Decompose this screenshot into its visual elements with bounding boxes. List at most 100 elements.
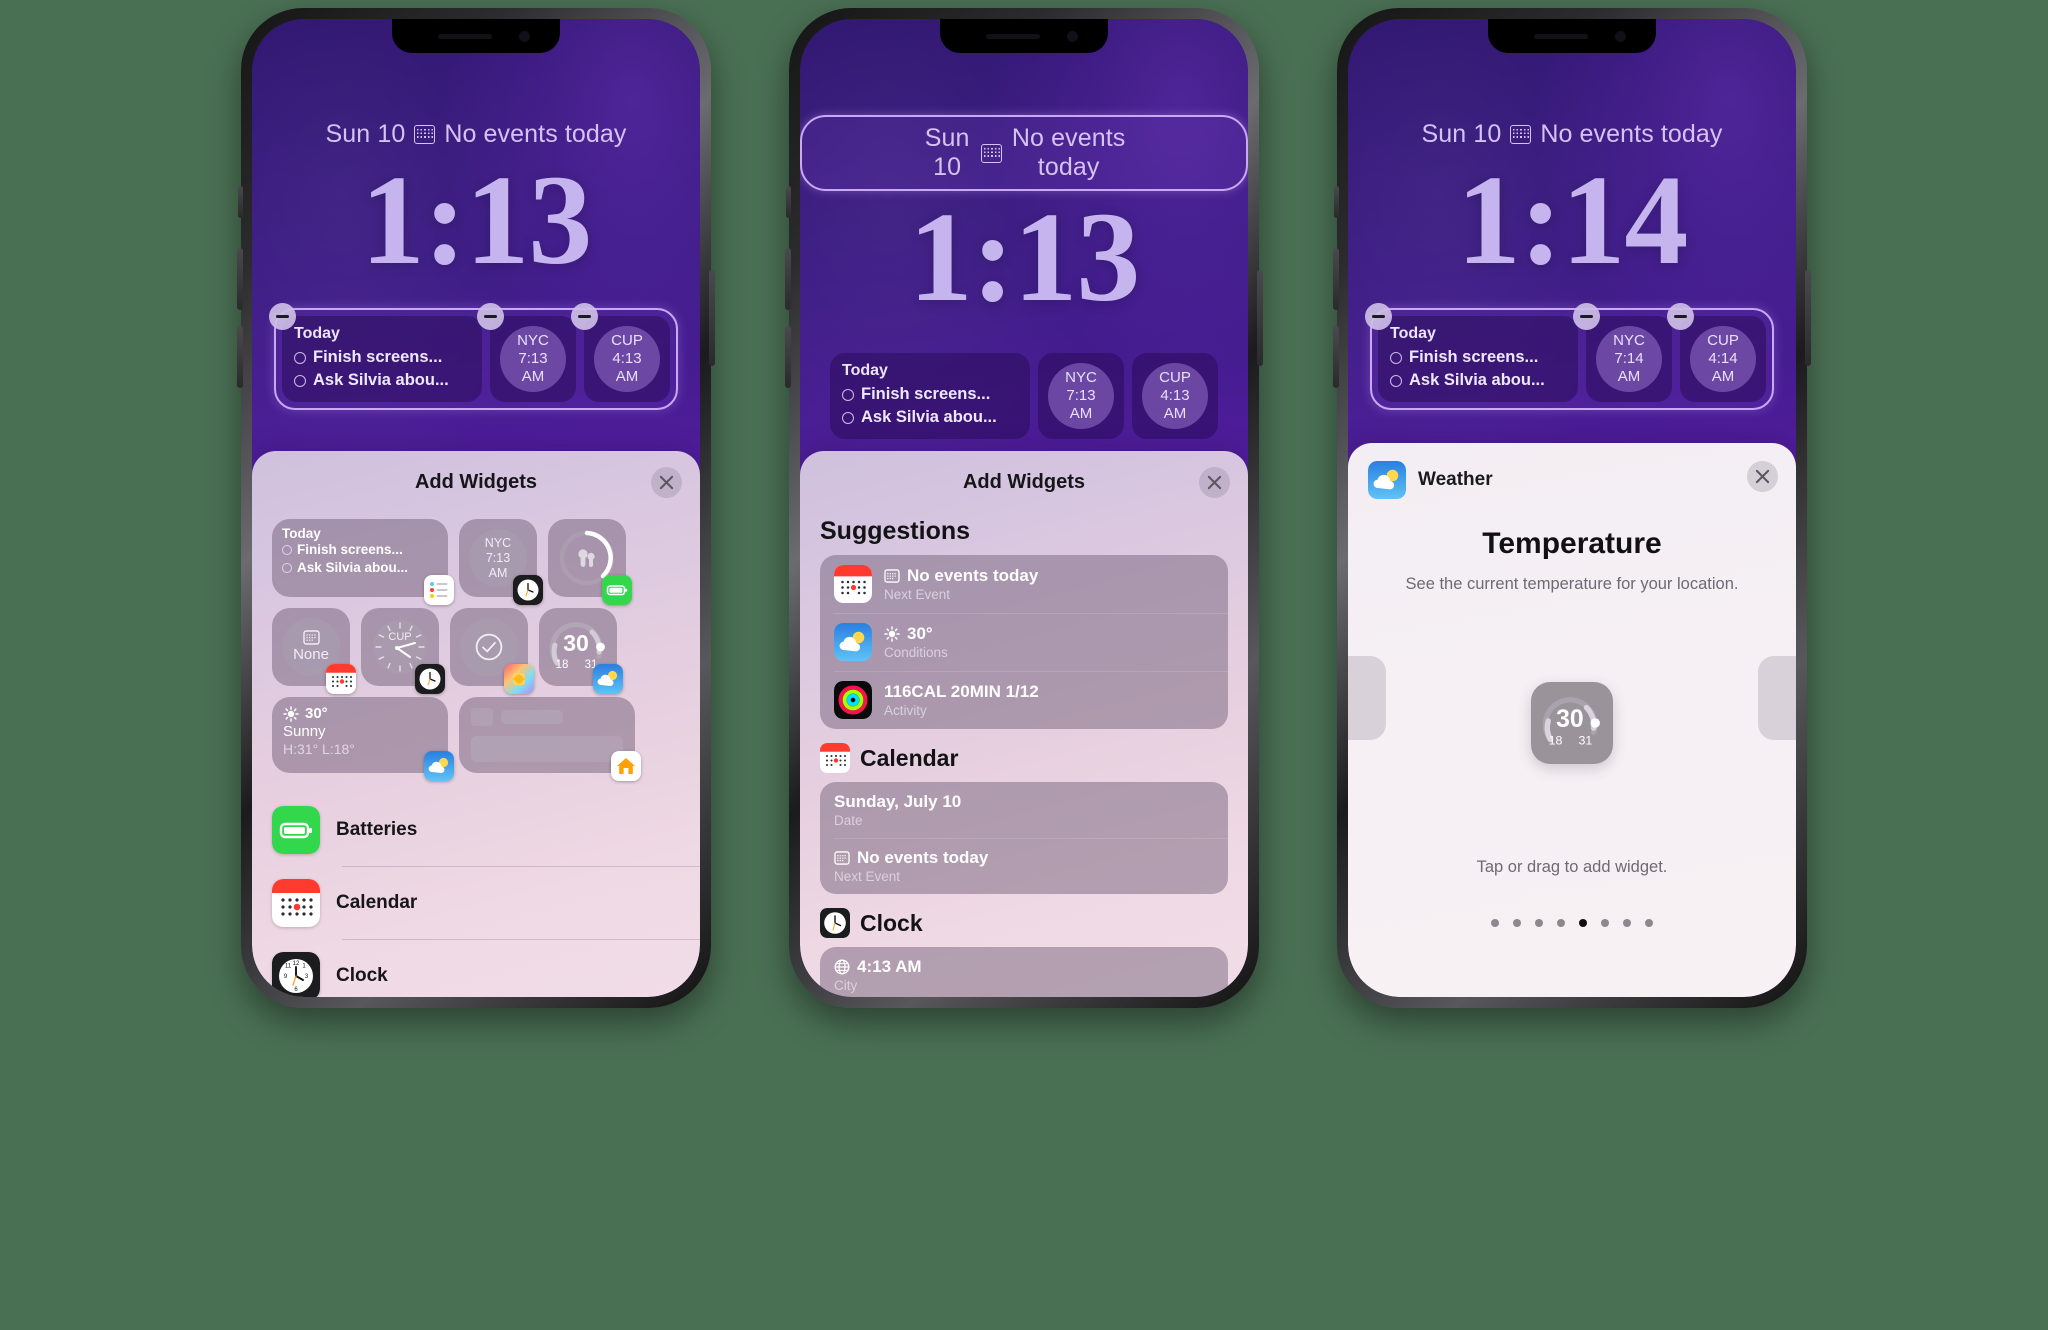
remove-widget-handle[interactable] xyxy=(269,303,296,330)
svg-text:11: 11 xyxy=(285,963,292,969)
lock-screen-top: Sun 10 No events today 1:14 xyxy=(1348,19,1796,284)
app-list-item-calendar[interactable]: Calendar xyxy=(272,866,700,939)
clock-widget-nyc[interactable]: NYC 7:13 AM xyxy=(1038,353,1124,439)
today-preview-item-label: Ask Silvia abou... xyxy=(297,560,409,576)
power-button[interactable] xyxy=(1257,270,1263,366)
mute-switch[interactable] xyxy=(1334,186,1339,218)
temperature-widget-preview[interactable]: 30 18 31 xyxy=(1531,682,1613,764)
checkbox-circle-icon[interactable] xyxy=(1390,351,1402,364)
app-list-item-clock[interactable]: 12 3 6 9 11 1 Clock xyxy=(272,939,700,997)
suggestion-primary: 116CAL 20MIN 1/12 xyxy=(884,682,1039,701)
today-widget-title: Today xyxy=(294,325,340,342)
clock-meridiem: AM xyxy=(521,367,545,385)
remove-widget-handle[interactable] xyxy=(1573,303,1600,330)
suggestion-row-calendar[interactable]: No events today Next Event xyxy=(820,555,1228,613)
suggestion-row-activity[interactable]: 116CAL 20MIN 1/12 Activity xyxy=(820,671,1228,729)
gallery-clock-digital-widget[interactable]: NYC 7:13 AM xyxy=(459,519,543,605)
page-dot[interactable] xyxy=(1491,919,1499,927)
checkbox-circle-icon[interactable] xyxy=(842,412,854,425)
checkbox-circle-icon[interactable] xyxy=(1390,375,1402,388)
power-button[interactable] xyxy=(1805,270,1811,366)
gallery-calendar-none-widget[interactable]: None xyxy=(272,608,356,694)
close-icon[interactable] xyxy=(1747,461,1778,492)
clock-widget-nyc[interactable]: NYC 7:13 AM xyxy=(477,303,576,402)
clock-row-city[interactable]: 4:13 AM City xyxy=(820,947,1228,997)
widget-detail-sheet: Weather Temperature See the current temp… xyxy=(1348,443,1796,997)
weather-summary-condition: Sunny xyxy=(283,723,326,740)
calendar-row-date[interactable]: Sunday, July 10 Date xyxy=(820,782,1228,838)
detail-widget-carousel[interactable]: 30 18 31 xyxy=(1348,594,1796,852)
mute-switch[interactable] xyxy=(786,186,791,218)
page-dot[interactable] xyxy=(1601,919,1609,927)
lock-date: Sun 10 xyxy=(325,120,406,148)
gallery-weather-summary-widget[interactable]: 30° Sunny H:31° L:18° xyxy=(272,697,454,781)
volume-up-button[interactable] xyxy=(1333,248,1339,310)
page-dot[interactable] xyxy=(1535,919,1543,927)
earpiece-speaker xyxy=(1534,34,1588,39)
clock-time: 4:13 xyxy=(612,350,642,368)
clock-row-primary: 4:13 AM xyxy=(857,957,922,976)
page-indicator[interactable] xyxy=(1348,919,1796,927)
remove-widget-handle[interactable] xyxy=(571,303,598,330)
close-icon[interactable] xyxy=(1199,467,1230,498)
app-list-item-batteries[interactable]: Batteries xyxy=(272,793,700,866)
volume-down-button[interactable] xyxy=(785,326,791,388)
today-widget[interactable]: Today Finish screens... Ask Silvia abou.… xyxy=(269,303,482,402)
clock-widget-cup[interactable]: CUP 4:13 AM xyxy=(571,303,670,402)
widget-tray[interactable]: Today Finish screens... Ask Silvia abou.… xyxy=(822,345,1226,447)
remove-widget-handle[interactable] xyxy=(1667,303,1694,330)
today-widget[interactable]: Today Finish screens... Ask Silvia abou.… xyxy=(1365,303,1578,402)
gallery-temperature-widget[interactable]: 30 18 31 xyxy=(539,608,623,694)
page-dot[interactable] xyxy=(1623,919,1631,927)
checkbox-circle-icon[interactable] xyxy=(842,388,854,401)
today-widget[interactable]: Today Finish screens... Ask Silvia abou.… xyxy=(830,353,1030,439)
calendar-none-label: None xyxy=(293,646,329,663)
today-item-label: Finish screens... xyxy=(1409,348,1539,366)
remove-widget-handle[interactable] xyxy=(1365,303,1392,330)
page-dot-active[interactable] xyxy=(1579,919,1587,927)
carousel-peek-right[interactable] xyxy=(1758,656,1796,740)
clock-meridiem: AM xyxy=(1711,367,1735,385)
clock-widget-cup[interactable]: CUP 4:14 AM xyxy=(1667,303,1766,402)
date-status-row-selected[interactable]: Sun 10 No events today xyxy=(800,115,1248,191)
remove-widget-handle[interactable] xyxy=(477,303,504,330)
clock-disc: NYC 7:13 AM xyxy=(500,325,566,392)
checkbox-circle-icon[interactable] xyxy=(294,351,306,364)
weather-icon xyxy=(1368,461,1406,499)
clock-widgets-card: 4:13 AM City xyxy=(820,947,1228,997)
clock-disc: CUP 4:14 AM xyxy=(1690,325,1756,392)
power-button[interactable] xyxy=(709,270,715,366)
gallery-today-widget[interactable]: Today Finish screens... Ask Silvia abou.… xyxy=(272,519,454,605)
today-preview-title: Today xyxy=(282,526,321,541)
close-icon[interactable] xyxy=(651,467,682,498)
earpiece-speaker xyxy=(986,34,1040,39)
gallery-clock-analog-widget[interactable]: CUP xyxy=(361,608,445,694)
gallery-shortcut-widget[interactable] xyxy=(450,608,534,694)
clock-widget-cup[interactable]: CUP 4:13 AM xyxy=(1132,353,1218,439)
carousel-peek-left[interactable] xyxy=(1348,656,1386,740)
clock-city: CUP xyxy=(1707,332,1739,350)
volume-up-button[interactable] xyxy=(785,248,791,310)
volume-down-button[interactable] xyxy=(1333,326,1339,388)
widget-tray[interactable]: Today Finish screens... Ask Silvia abou.… xyxy=(1365,303,1774,410)
checkbox-circle-icon[interactable] xyxy=(294,375,306,388)
clock-preview-city: NYC xyxy=(484,535,512,550)
gallery-home-placeholder-widget[interactable] xyxy=(459,697,641,781)
widget-tray[interactable]: Today Finish screens... Ask Silvia abou.… xyxy=(269,303,678,410)
suggestion-row-weather[interactable]: 30° Conditions xyxy=(820,613,1228,671)
gallery-airpods-battery-widget[interactable] xyxy=(548,519,632,605)
gauge-current: 30 xyxy=(563,630,589,656)
checkmark-circle-icon xyxy=(475,633,503,661)
mute-switch[interactable] xyxy=(238,186,243,218)
notch xyxy=(392,19,560,53)
clock-widget-nyc[interactable]: NYC 7:14 AM xyxy=(1573,303,1672,402)
clock-city: CUP xyxy=(611,332,643,350)
volume-down-button[interactable] xyxy=(237,326,243,388)
clock-time: 7:13 xyxy=(1066,387,1096,405)
page-dot[interactable] xyxy=(1645,919,1653,927)
calendar-row-next-event[interactable]: No events today Next Event xyxy=(820,838,1228,894)
phone-2: Sun 10 No events today 1:13 Today Finish… xyxy=(785,8,1263,1008)
page-dot[interactable] xyxy=(1513,919,1521,927)
volume-up-button[interactable] xyxy=(237,248,243,310)
page-dot[interactable] xyxy=(1557,919,1565,927)
